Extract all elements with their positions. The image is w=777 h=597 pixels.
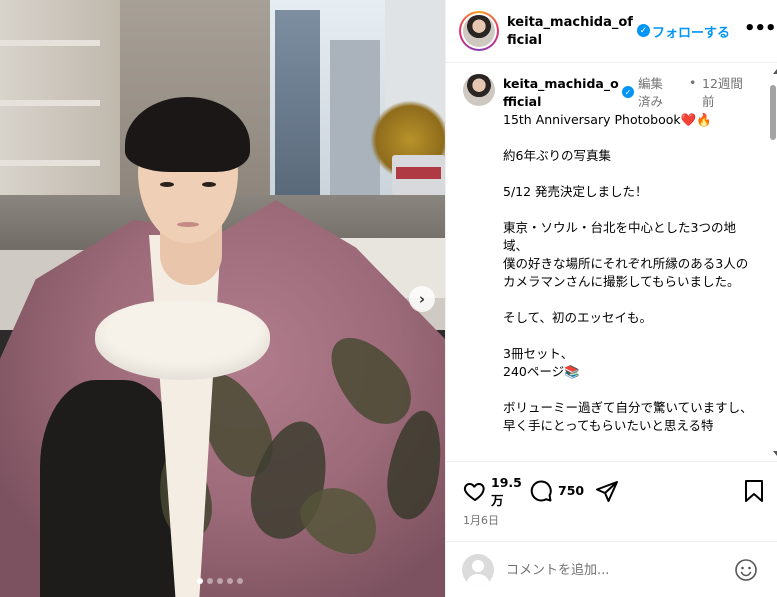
edited-label: 編集済み bbox=[638, 76, 664, 109]
separator-dot: • bbox=[689, 75, 697, 90]
person-bow-collar bbox=[95, 300, 270, 380]
scrollbar-thumb[interactable] bbox=[770, 85, 776, 140]
carousel-dot bbox=[207, 578, 213, 584]
comment-bubble-icon bbox=[530, 480, 552, 502]
verified-badge-icon: ✓ bbox=[622, 86, 634, 98]
coat-lining bbox=[40, 380, 180, 597]
chevron-right-icon: › bbox=[418, 290, 426, 308]
comment-composer bbox=[446, 541, 777, 597]
avatar[interactable] bbox=[463, 74, 495, 106]
carousel-dots bbox=[197, 578, 243, 584]
comment-input[interactable] bbox=[506, 559, 716, 581]
scroll-down-arrow-icon[interactable] bbox=[773, 451, 777, 456]
carousel-dot bbox=[227, 578, 233, 584]
follow-button[interactable]: フォローする bbox=[652, 22, 730, 41]
like-count[interactable]: 19.5万 bbox=[491, 474, 522, 510]
avatar[interactable] bbox=[459, 11, 499, 51]
save-button[interactable] bbox=[741, 478, 767, 504]
post-time[interactable]: 12週間前 bbox=[702, 75, 752, 111]
caption-area: keita_machida_official ✓ 編集済み • 12週間前 15… bbox=[446, 64, 777, 461]
person-mouth bbox=[177, 222, 199, 227]
paper-plane-icon bbox=[596, 481, 618, 502]
carousel-next-button[interactable]: › bbox=[409, 286, 435, 312]
bookmark-icon bbox=[745, 480, 763, 502]
avatar-image bbox=[463, 15, 495, 47]
post-actions: 19.5万 750 1月6日 bbox=[446, 461, 777, 541]
person-eye bbox=[202, 182, 216, 187]
carousel-dot bbox=[197, 578, 203, 584]
share-button[interactable] bbox=[594, 478, 620, 504]
post-header: keita_machida_official ✓ フォローする ••• bbox=[446, 0, 777, 63]
background-bus bbox=[392, 155, 445, 195]
carousel-dot bbox=[217, 578, 223, 584]
header-username[interactable]: keita_machida_official bbox=[507, 14, 637, 50]
more-options-icon[interactable]: ••• bbox=[744, 18, 777, 39]
post-photo[interactable]: › bbox=[0, 0, 445, 597]
caption-username[interactable]: keita_machida_official bbox=[503, 75, 621, 111]
comment-button[interactable] bbox=[528, 478, 554, 504]
background-tower bbox=[275, 10, 320, 200]
comment-count: 750 bbox=[558, 483, 585, 498]
like-button[interactable] bbox=[462, 478, 488, 504]
person-eye bbox=[160, 182, 174, 187]
carousel-dot bbox=[237, 578, 243, 584]
post-date[interactable]: 1月6日 bbox=[463, 512, 499, 528]
smiley-icon bbox=[735, 559, 757, 581]
scroll-up-arrow-icon[interactable] bbox=[773, 69, 777, 74]
avatar bbox=[462, 554, 494, 586]
verified-badge-icon: ✓ bbox=[637, 24, 650, 37]
emoji-button[interactable] bbox=[733, 557, 759, 583]
post-side-panel: keita_machida_official ✓ フォローする ••• keit… bbox=[445, 0, 777, 597]
caption-text: 15th Anniversary Photobook❤️🔥 約6年ぶりの写真集 … bbox=[503, 112, 753, 433]
heart-icon bbox=[463, 482, 485, 502]
